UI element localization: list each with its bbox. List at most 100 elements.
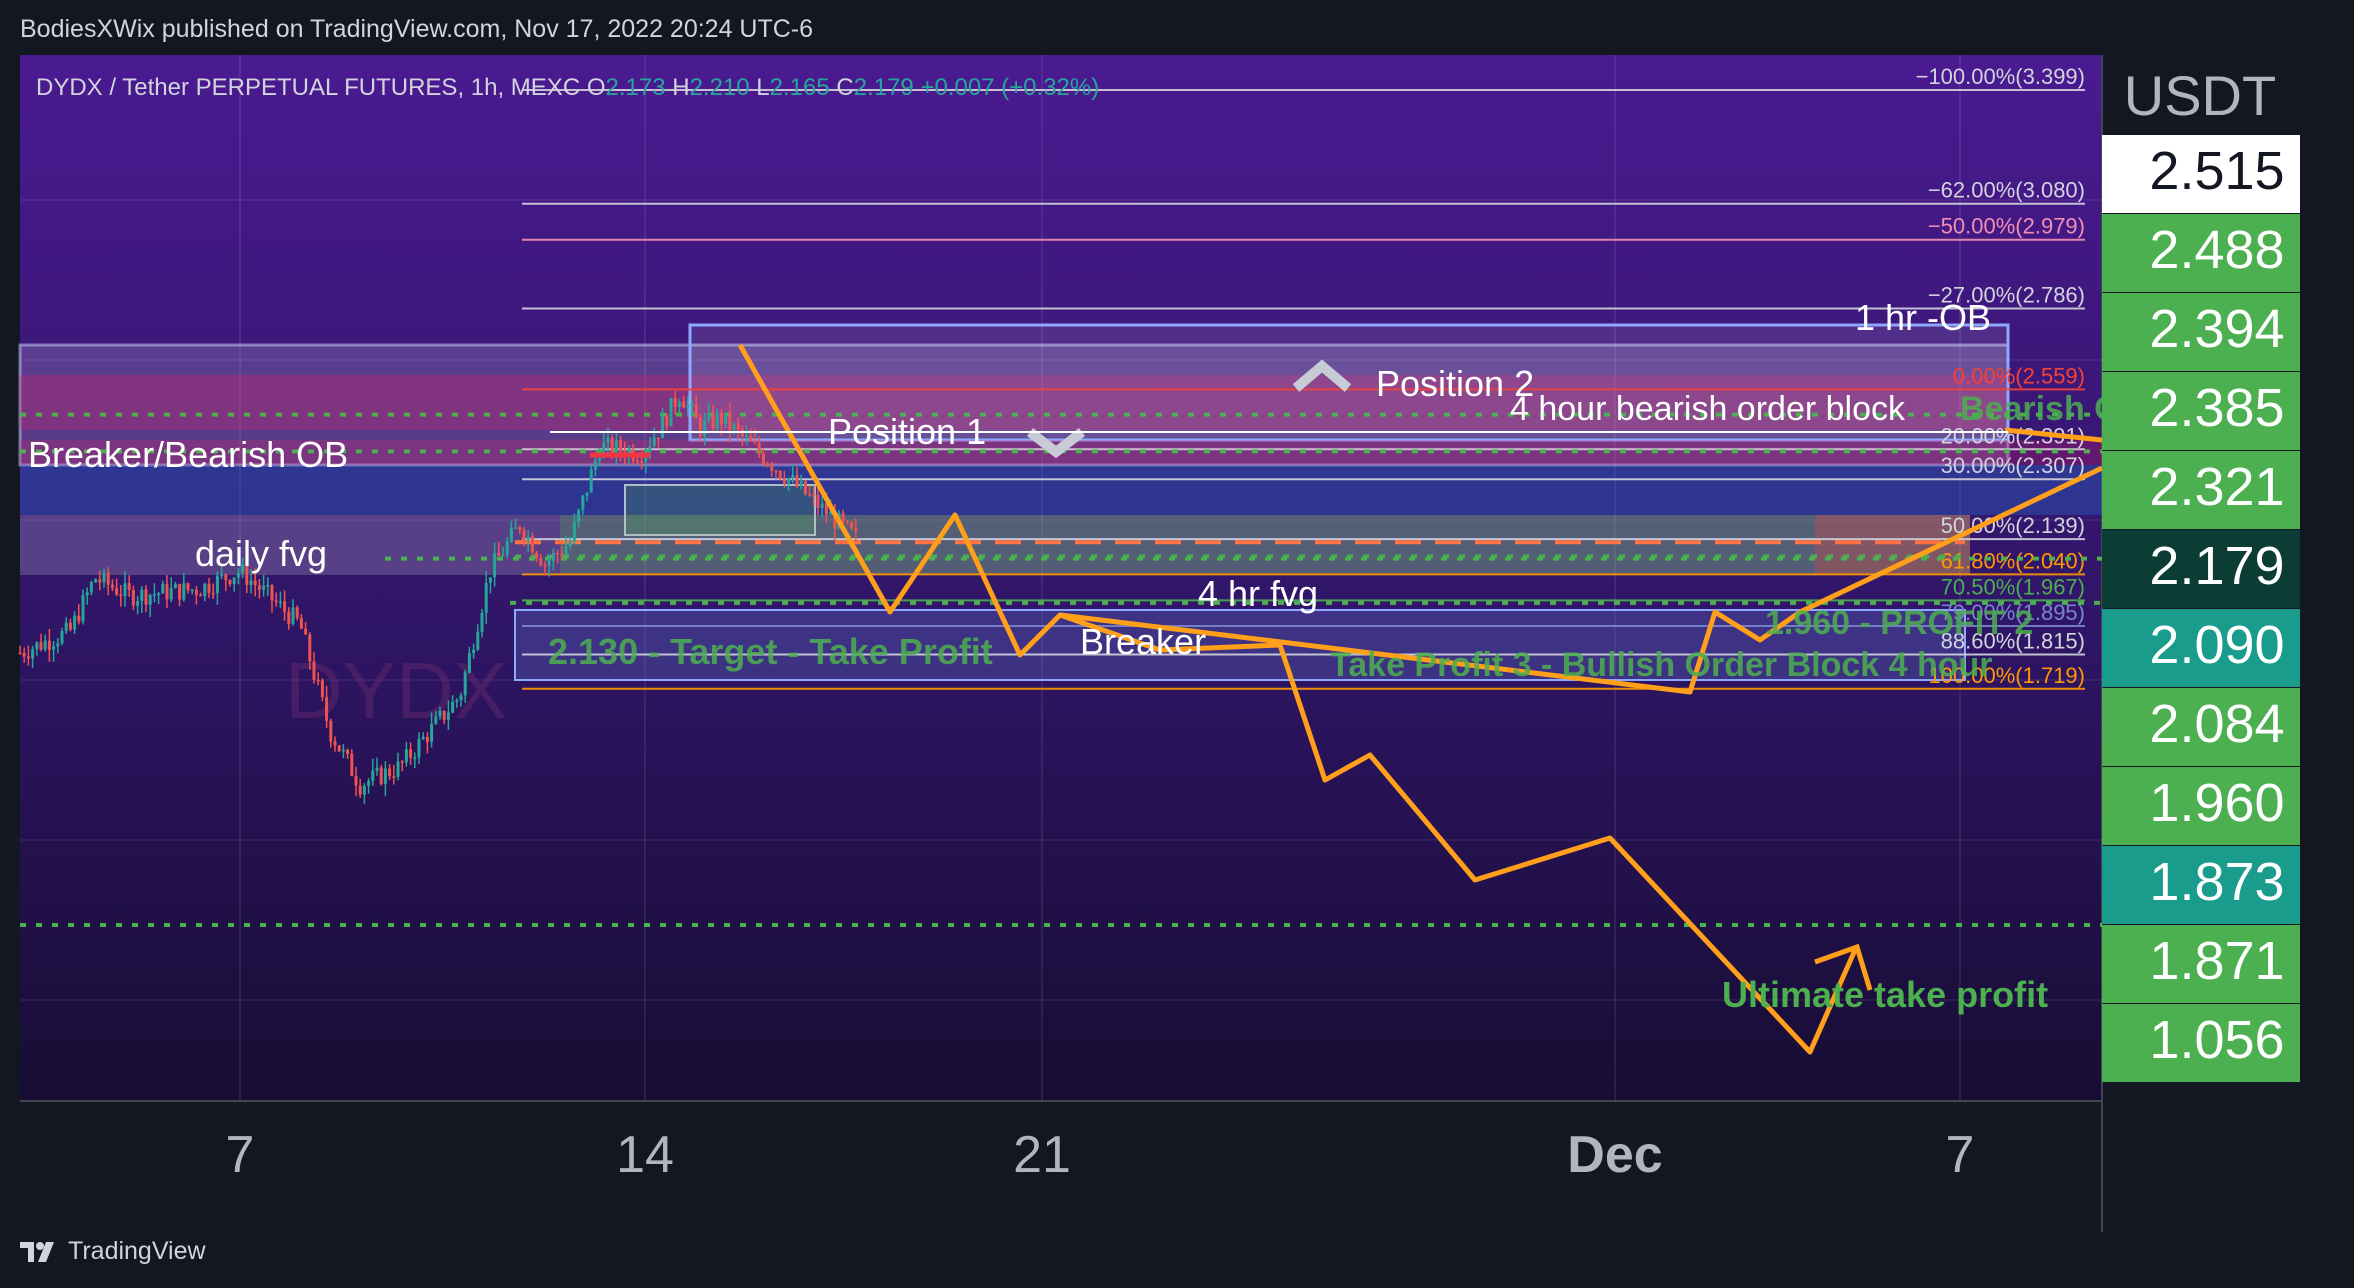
annotation-5[interactable]: 4 hour bearish order block [1510,390,1906,428]
candle-body [467,652,471,673]
plot-background [20,55,2102,1101]
candle-body [606,437,610,443]
candle-body [787,478,791,484]
candle-body [333,741,337,746]
candle-body [593,460,597,470]
time-tick-1[interactable]: 14 [616,1126,674,1184]
candle-body [123,583,127,596]
candle-body [194,589,198,595]
candle-body [514,527,518,529]
legend-part-8: 2.179 [854,74,914,101]
candle-body [451,701,455,713]
time-tick-4[interactable]: 7 [1946,1126,1975,1184]
candle-body [266,585,270,587]
candle-body [614,440,618,455]
candle-body [421,736,425,740]
candle-body [698,417,702,436]
candle-body [430,723,434,742]
price-label-11[interactable]: 1.056 [2149,1010,2284,1070]
candle-body [850,522,854,529]
candle-body [207,583,211,593]
candle-body [480,612,484,633]
candle-body [488,577,492,583]
candle-body [291,607,295,624]
candle-body [257,585,261,590]
footer-brand-text: TradingView [68,1237,206,1265]
annotation-2[interactable]: Position 1 [828,411,986,452]
price-label-1[interactable]: 2.488 [2149,220,2284,280]
candle-body [85,592,89,596]
candle-body [694,404,698,418]
candle-body [295,607,299,618]
price-label-8[interactable]: 1.960 [2149,773,2284,833]
fib-label-2: −50.00%(2.979) [1928,214,2085,239]
tradingview-logo[interactable]: TradingView [20,1237,206,1266]
candle-body [484,582,488,613]
price-label-10[interactable]: 1.871 [2149,931,2284,991]
candle-body [497,553,501,556]
annotation-12[interactable]: Ultimate take profit [1722,974,2048,1015]
symbol-legend-text[interactable]: DYDX / Tether PERPETUAL FUTURES, 1h, MEX… [36,74,1099,101]
annotation-1[interactable]: daily fvg [195,533,327,574]
candle-body [442,710,446,720]
candle-body [728,412,732,431]
candle-body [270,585,274,601]
candle-body [413,757,417,759]
candle-body [26,656,30,659]
candle-body [736,424,740,430]
candle-body [417,739,421,758]
price-label-7[interactable]: 2.084 [2149,694,2284,754]
candle-body [757,442,761,454]
currency-label: USDT [2124,64,2276,127]
candle-body [178,584,182,600]
annotation-7[interactable]: 4 hr fvg [1198,573,1318,614]
candle-body [556,552,560,555]
candle-body [577,509,581,523]
candle-body [287,611,291,624]
candle-body [648,446,652,452]
candle-body [371,770,375,781]
price-axis[interactable]: USDT 2.515 2.488 2.394 2.385 2.321 2.179 2.090 2… [2102,64,2300,1082]
annotation-8[interactable]: Breaker [1080,621,1206,662]
candle-body [299,617,303,629]
candle-body [598,457,602,461]
candle-body [661,415,665,439]
annotation-4[interactable]: 1 hr -OB [1855,297,1991,338]
price-label-2[interactable]: 2.394 [2149,299,2284,359]
candle-body [43,640,47,650]
price-label-9[interactable]: 1.873 [2149,852,2284,912]
time-tick-0[interactable]: 7 [226,1126,255,1184]
price-label-0[interactable]: 2.515 [2149,141,2284,201]
candle-body [719,412,723,425]
price-label-3[interactable]: 2.385 [2149,378,2284,438]
candle-body [47,640,51,650]
candle-body [682,401,686,408]
time-tick-2[interactable]: 21 [1013,1126,1071,1184]
candle-body [52,646,56,650]
candle-body [140,589,144,602]
price-chart[interactable]: DYDX −100.00%(3.399) −62.00%(3.080) −50.00… [0,0,2354,1232]
price-label-5[interactable]: 2.179 [2149,536,2284,596]
candle-body [186,583,190,590]
price-label-4[interactable]: 2.321 [2149,457,2284,517]
price-label-6[interactable]: 2.090 [2149,615,2284,675]
annotation-11[interactable]: Take Profit 3 - Bullish Order Block 4 ho… [1330,646,1993,684]
legend-part-5: L [750,74,770,101]
watermark: DYDX [285,646,507,735]
annotation-9[interactable]: 2.130 - Target - Take Profit [548,631,993,672]
candle-body [841,513,845,522]
candle-body [400,761,404,763]
candle-body [690,404,694,406]
candle-body [535,552,539,559]
time-tick-3[interactable]: Dec [1567,1126,1662,1184]
candle-body [493,553,497,578]
annotation-0[interactable]: Breaker/Bearish OB [28,434,348,475]
candle-body [383,768,387,785]
candle-body [161,583,165,594]
candle-body [404,749,408,763]
candle-body [308,634,312,662]
annotation-10[interactable]: 1.960 - PROFIT 2 [1765,604,2033,642]
candle-body [337,745,341,752]
candle-body [589,469,593,493]
candle-body [791,475,795,479]
